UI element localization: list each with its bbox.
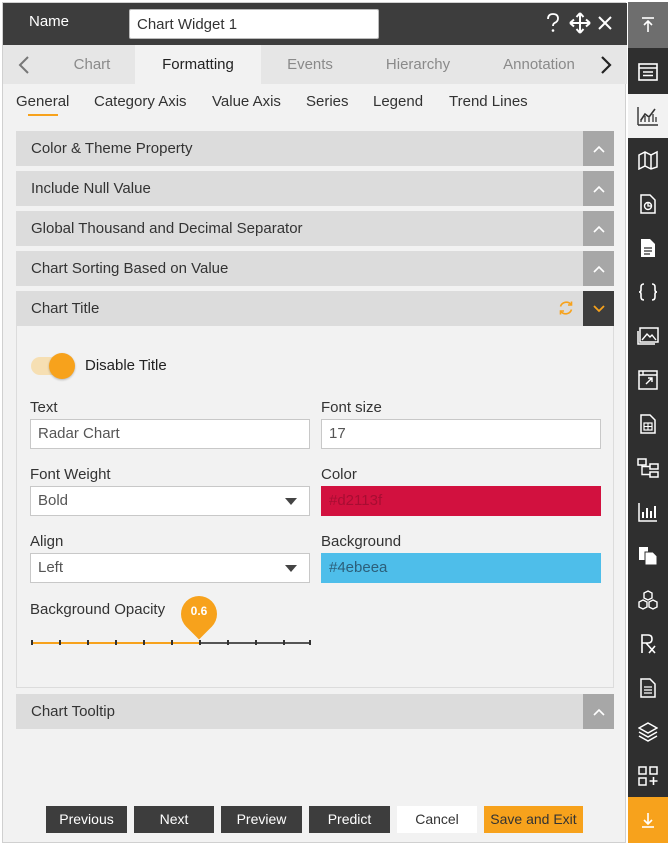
subtab-value-axis[interactable]: Value Axis xyxy=(212,93,281,110)
opacity-value: 0.6 xyxy=(190,604,208,618)
text-label: Text xyxy=(30,399,58,416)
section-title: Include Null Value xyxy=(31,180,151,197)
slider-tick xyxy=(255,640,257,645)
add-widget-icon[interactable] xyxy=(628,754,668,798)
bar-chart-icon[interactable] xyxy=(628,490,668,534)
subtab-trend-lines[interactable]: Trend Lines xyxy=(449,93,528,110)
font-weight-select[interactable]: Bold xyxy=(30,486,310,516)
section-color-theme[interactable]: Color & Theme Property xyxy=(16,131,614,166)
chevron-up-icon[interactable] xyxy=(583,251,614,286)
next-button[interactable]: Next xyxy=(134,806,214,833)
close-icon[interactable] xyxy=(594,11,616,35)
help-icon[interactable] xyxy=(542,11,564,35)
slider-tick xyxy=(171,640,173,645)
image-icon[interactable] xyxy=(628,314,668,358)
predict-button[interactable]: Predict xyxy=(309,806,390,833)
save-and-exit-button[interactable]: Save and Exit xyxy=(484,806,583,833)
dashboard-icon[interactable] xyxy=(628,50,668,94)
properties-header: Name xyxy=(3,3,627,45)
font-size-label: Font size xyxy=(321,399,382,416)
section-chart-tooltip[interactable]: Chart Tooltip xyxy=(16,694,614,729)
align-label: Align xyxy=(30,533,64,550)
reset-icon[interactable] xyxy=(558,300,574,316)
scroll-top-icon[interactable] xyxy=(628,2,668,48)
slider-tick xyxy=(283,640,285,645)
caret-down-icon xyxy=(285,498,297,505)
hierarchy-icon[interactable] xyxy=(628,446,668,490)
subtab-general[interactable]: General xyxy=(16,93,69,110)
code-icon[interactable] xyxy=(628,270,668,314)
chevron-up-icon[interactable] xyxy=(583,694,614,729)
chart-properties-panel: Name Chart Formatting Events Hierarchy A… xyxy=(2,2,627,843)
title-background-input[interactable]: #4ebeea xyxy=(321,553,601,583)
subtab-legend[interactable]: Legend xyxy=(373,93,423,110)
widget-name-input[interactable] xyxy=(129,9,379,39)
tab-annotation[interactable]: Annotation xyxy=(487,45,591,84)
slider-tick xyxy=(143,640,145,645)
font-weight-value: Bold xyxy=(38,492,69,509)
copy-icon[interactable] xyxy=(628,534,668,578)
disable-title-toggle[interactable] xyxy=(29,352,75,380)
title-color-input[interactable]: #d2113f xyxy=(321,486,601,516)
tab-scroll-left-icon[interactable] xyxy=(9,45,39,84)
section-title: Global Thousand and Decimal Separator xyxy=(31,220,303,237)
opacity-label: Background Opacity xyxy=(30,601,166,618)
tab-bar: Chart Formatting Events Hierarchy Annota… xyxy=(3,45,627,84)
chart-icon[interactable] xyxy=(628,94,668,138)
background-label: Background xyxy=(321,533,402,550)
subtab-series[interactable]: Series xyxy=(306,93,349,110)
slider-tick xyxy=(87,640,89,645)
chevron-up-icon[interactable] xyxy=(583,171,614,206)
data-sheet-icon[interactable] xyxy=(628,402,668,446)
name-label: Name xyxy=(29,13,70,30)
slider-tick xyxy=(115,640,117,645)
section-title: Color & Theme Property xyxy=(31,140,193,157)
disable-title-label: Disable Title xyxy=(85,357,167,374)
slider-tick xyxy=(227,640,229,645)
document-icon[interactable] xyxy=(628,226,668,270)
section-title: Chart Tooltip xyxy=(31,703,115,720)
active-subtab-underline xyxy=(28,114,58,116)
preview-button[interactable]: Preview xyxy=(221,806,302,833)
align-value: Left xyxy=(38,559,64,576)
calendar-widget-icon[interactable] xyxy=(628,358,668,402)
previous-button[interactable]: Previous xyxy=(46,806,127,833)
section-chart-title[interactable]: Chart Title xyxy=(16,291,614,326)
tab-scroll-right-icon[interactable] xyxy=(591,45,621,84)
section-null-value[interactable]: Include Null Value xyxy=(16,171,614,206)
cubes-icon[interactable] xyxy=(628,578,668,622)
notes-icon[interactable] xyxy=(628,666,668,710)
scroll-bottom-icon[interactable] xyxy=(628,797,668,843)
font-weight-label: Font Weight xyxy=(30,466,111,483)
subtab-category-axis[interactable]: Category Axis xyxy=(94,93,187,110)
section-title: Chart Title xyxy=(31,300,100,317)
caret-down-icon xyxy=(285,565,297,572)
section-title: Chart Sorting Based on Value xyxy=(31,260,229,277)
tab-formatting[interactable]: Formatting xyxy=(135,45,261,84)
chevron-down-icon[interactable] xyxy=(583,291,614,326)
slider-tick xyxy=(59,640,61,645)
map-icon[interactable] xyxy=(628,138,668,182)
formula-icon[interactable] xyxy=(628,622,668,666)
move-icon[interactable] xyxy=(569,11,591,35)
tab-hierarchy[interactable]: Hierarchy xyxy=(363,45,473,84)
slider-tick xyxy=(309,640,311,645)
slider-tick xyxy=(199,640,201,645)
title-text-input[interactable]: Radar Chart xyxy=(30,419,310,449)
color-label: Color xyxy=(321,466,357,483)
slider-tick xyxy=(31,640,33,645)
cancel-button[interactable]: Cancel xyxy=(397,806,477,833)
align-select[interactable]: Left xyxy=(30,553,310,583)
right-toolbar xyxy=(628,2,668,843)
tab-chart[interactable]: Chart xyxy=(51,45,133,84)
tab-events[interactable]: Events xyxy=(267,45,353,84)
chevron-up-icon[interactable] xyxy=(583,131,614,166)
layers-icon[interactable] xyxy=(628,710,668,754)
section-sorting[interactable]: Chart Sorting Based on Value xyxy=(16,251,614,286)
toggle-knob xyxy=(49,353,75,379)
font-size-input[interactable]: 17 xyxy=(321,419,601,449)
section-separator[interactable]: Global Thousand and Decimal Separator xyxy=(16,211,614,246)
chevron-up-icon[interactable] xyxy=(583,211,614,246)
report-icon[interactable] xyxy=(628,182,668,226)
